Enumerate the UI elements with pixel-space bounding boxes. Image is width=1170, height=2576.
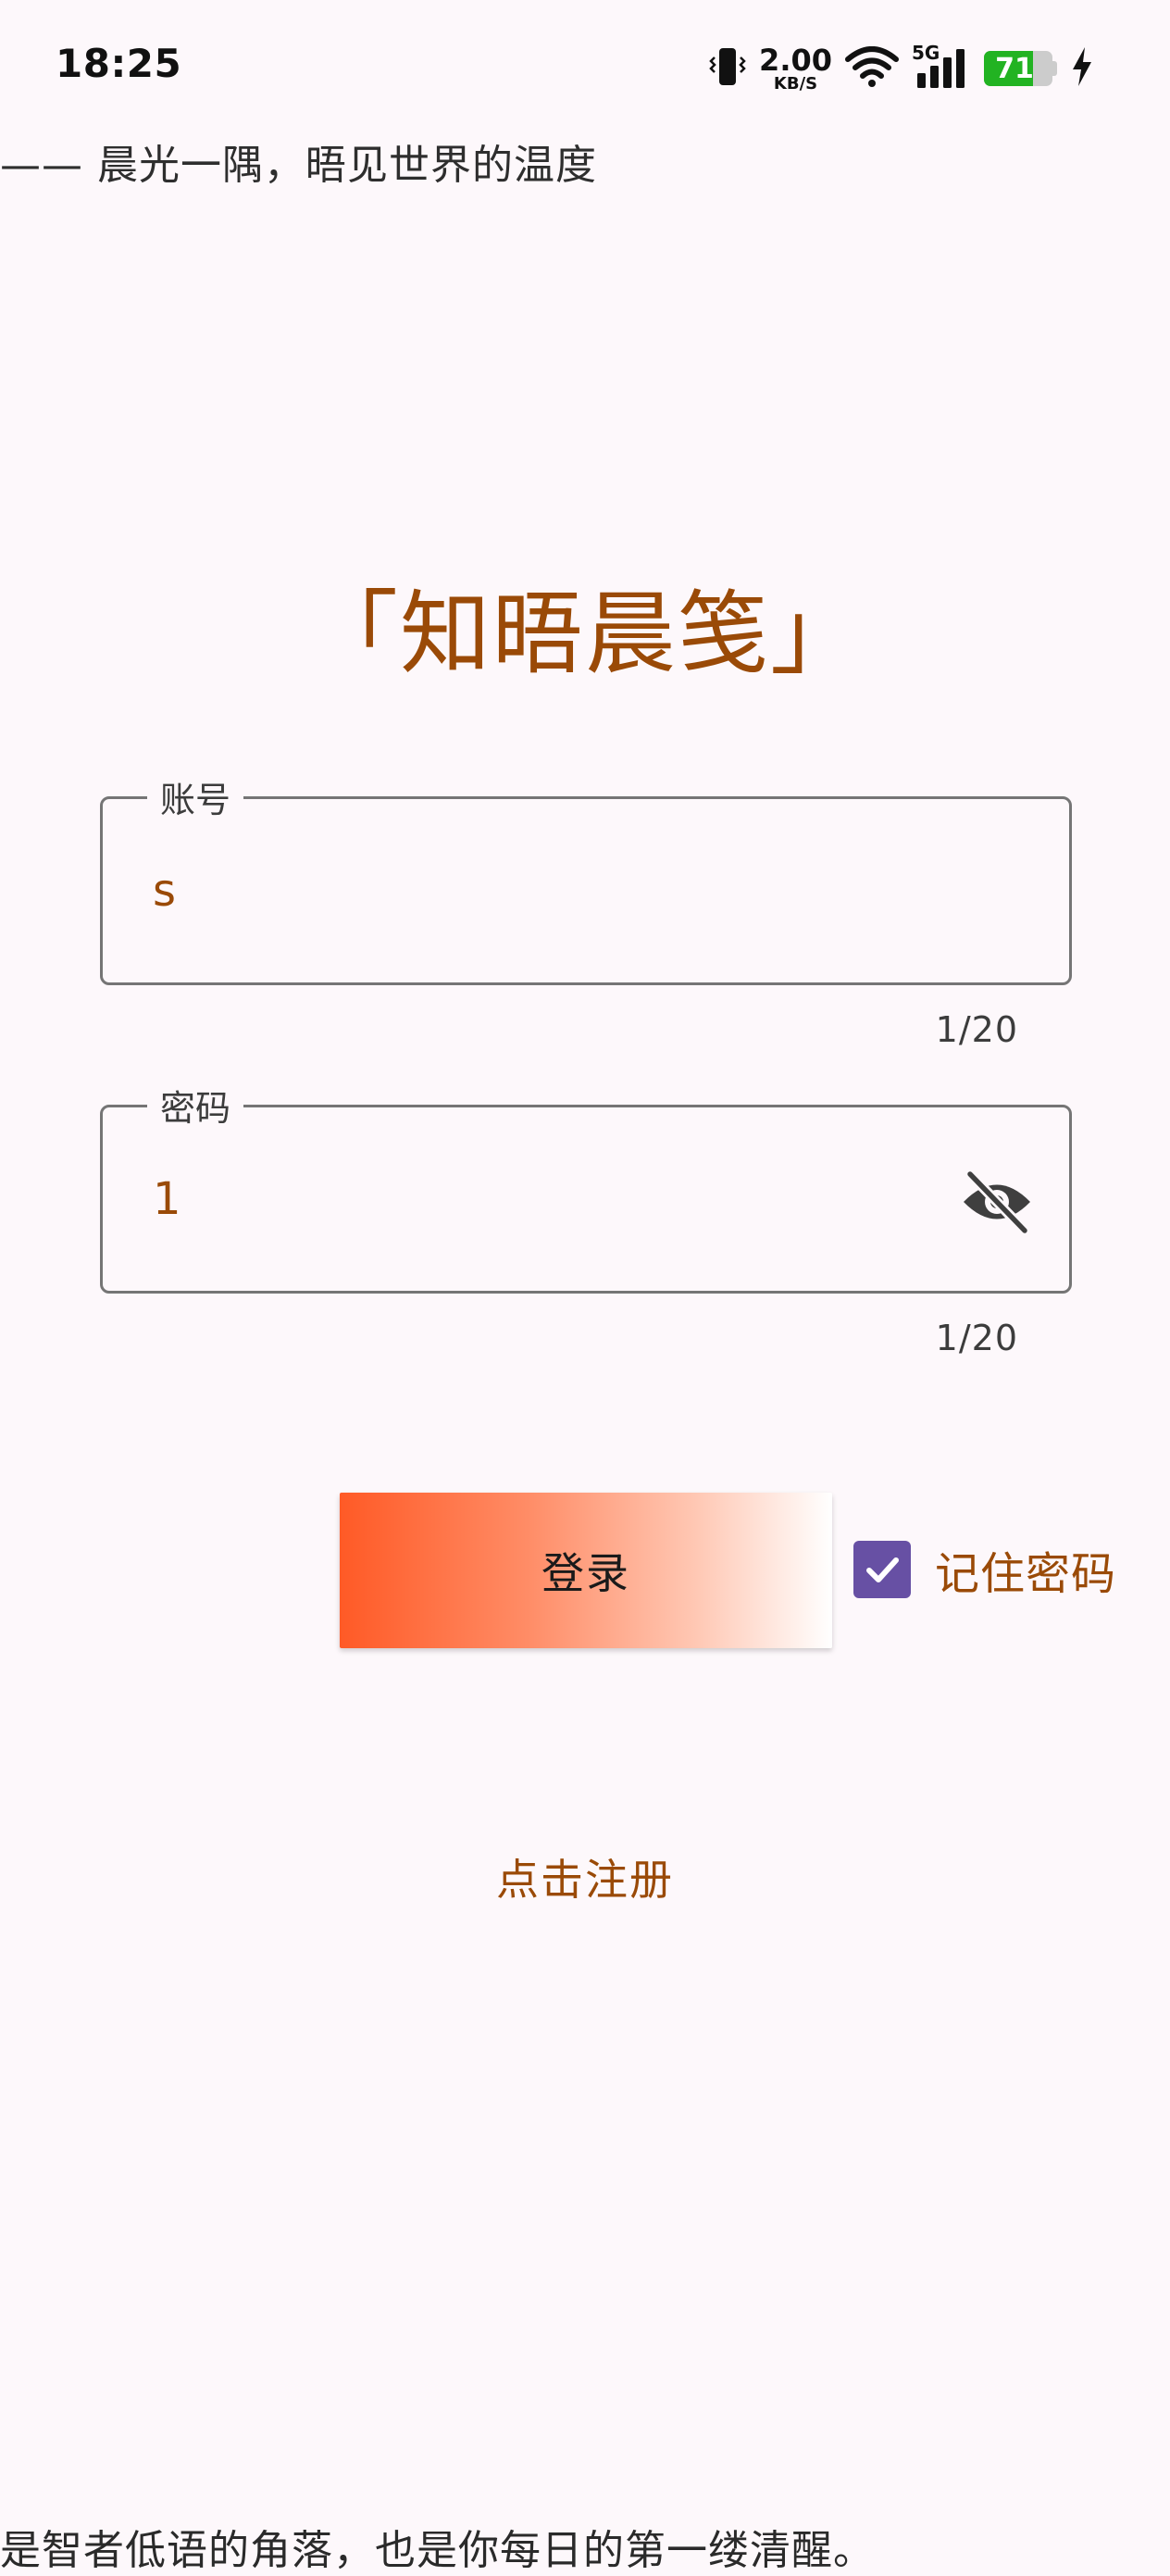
password-field[interactable]: 密码 [100,1080,1072,1294]
vibrate-icon [709,45,746,92]
register-link[interactable]: 点击注册 [0,1846,1170,1907]
account-input[interactable] [153,799,930,982]
app-title: 「知晤晨笺」 [306,581,863,687]
signal-icon: 5G [912,42,971,90]
remember-password-checkbox[interactable]: 记住密码 [853,1537,1116,1602]
battery-icon: 71 [984,51,1052,86]
status-bar: 18:25 2.00 KB/S 5G 71 [0,0,1170,134]
status-icons: 2.00 KB/S 5G 71 [709,41,1094,96]
account-field[interactable]: 账号 [100,771,1072,985]
eye-off-icon [964,1169,1030,1234]
password-input[interactable] [153,1107,930,1291]
battery-cap [1052,61,1057,76]
battery-level: 71 [995,52,1034,85]
checkbox-checked-icon[interactable] [853,1541,911,1598]
bottom-quote: 是智者低语的角落，也是你每日的第一缕清醒。 [0,2527,875,2574]
password-counter: 1/20 [935,1318,1018,1358]
remember-password-label: 记住密码 [935,1548,1117,1600]
password-visibility-toggle[interactable] [960,1165,1034,1239]
net-speed-unit: KB/S [773,73,818,94]
top-quote: —— 晨光一隅，晤见世界的温度 [0,142,597,189]
account-counter: 1/20 [935,1009,1018,1050]
charging-icon [1070,45,1094,92]
login-button[interactable]: 登录 [340,1493,832,1648]
net-speed-value: 2.00 [759,42,832,78]
status-time: 18:25 [56,41,182,86]
net-speed: 2.00 KB/S [759,45,832,93]
wifi-icon [845,46,899,91]
